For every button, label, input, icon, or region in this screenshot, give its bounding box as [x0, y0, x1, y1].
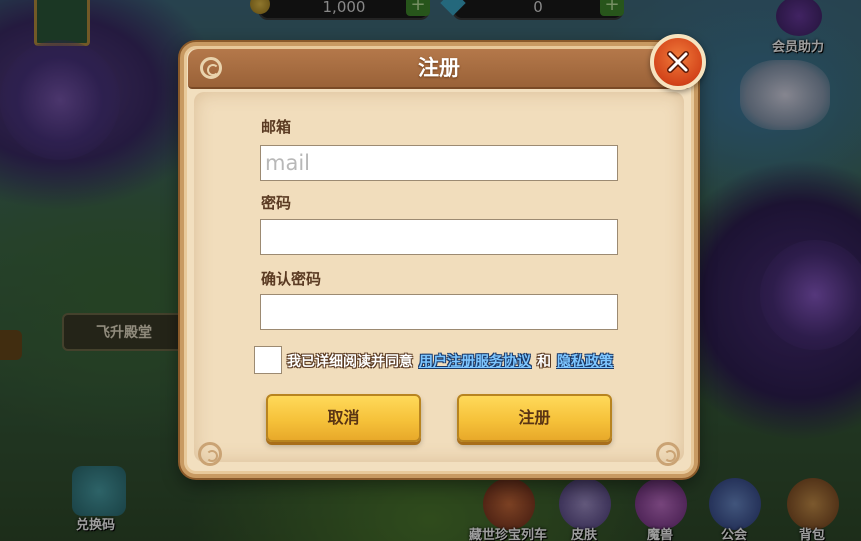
- and-text: 和: [537, 354, 551, 370]
- agree-checkbox[interactable]: [254, 346, 282, 374]
- password-label: 密码: [261, 194, 292, 212]
- confirm-password-field[interactable]: [260, 294, 618, 330]
- privacy-link[interactable]: 隐私政策: [557, 351, 613, 371]
- terms-link[interactable]: 用户注册服务协议: [419, 351, 531, 371]
- confirm-password-label: 确认密码: [261, 270, 322, 288]
- corner-ornament-right-icon: [656, 442, 680, 466]
- register-dialog: 注册: [180, 42, 698, 478]
- corner-ornament-left-icon: [198, 442, 222, 466]
- dialog-header: 注册: [188, 49, 690, 89]
- password-field[interactable]: [260, 219, 618, 255]
- swirl-ornament-icon: [200, 57, 222, 79]
- cancel-button[interactable]: 取消: [266, 394, 421, 442]
- close-icon: [667, 51, 689, 73]
- dialog-title: 注册: [418, 56, 460, 80]
- close-button[interactable]: [650, 34, 706, 90]
- email-label: 邮箱: [261, 118, 292, 136]
- email-field[interactable]: [260, 145, 618, 181]
- agree-row: 我已详细阅读并同意 用户注册服务协议 和 隐私政策: [287, 350, 613, 372]
- agree-text: 我已详细阅读并同意: [287, 354, 413, 370]
- register-button[interactable]: 注册: [457, 394, 612, 442]
